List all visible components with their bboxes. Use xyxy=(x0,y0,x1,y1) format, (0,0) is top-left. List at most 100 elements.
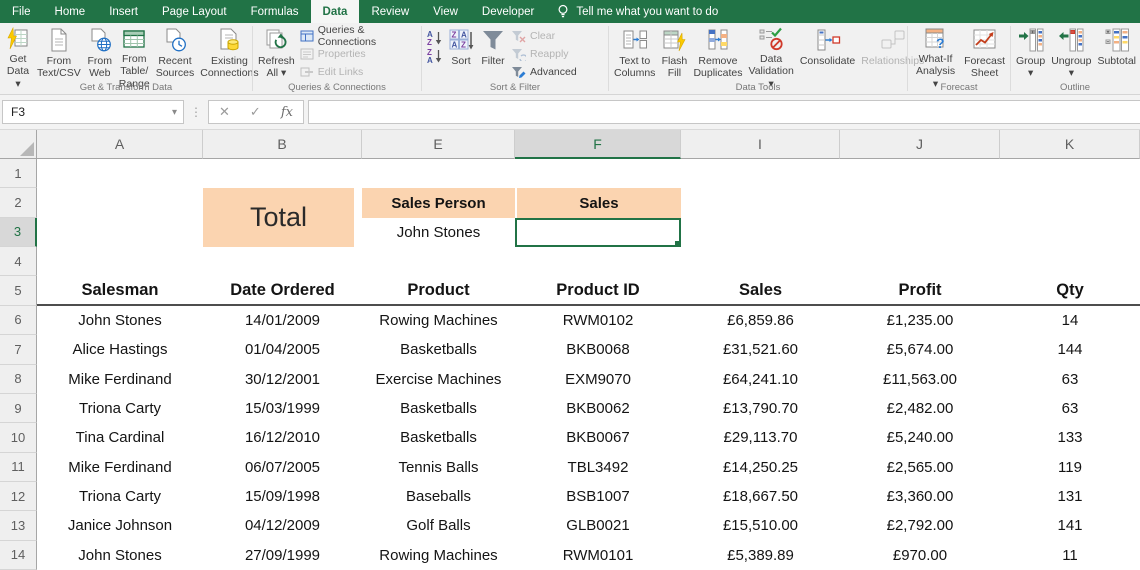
cell[interactable]: 27/09/1999 xyxy=(203,541,362,570)
cell[interactable]: Janice Johnson xyxy=(37,511,203,540)
sort-descending-button[interactable]: ZA xyxy=(424,46,445,64)
cell[interactable]: 133 xyxy=(1000,423,1140,452)
cell[interactable]: £6,859.86 xyxy=(681,306,840,335)
column-header-E[interactable]: E xyxy=(362,130,515,159)
cell[interactable]: 63 xyxy=(1000,394,1140,423)
cell[interactable]: EXM9070 xyxy=(515,365,681,394)
text-to-columns-button[interactable]: Text to Columns xyxy=(611,24,658,81)
row-header-1[interactable]: 1 xyxy=(0,159,37,188)
group-button[interactable]: Group ▾ xyxy=(1013,24,1048,81)
queries-connections-button[interactable]: Queries & Connections xyxy=(298,27,419,45)
row-header-14[interactable]: 14 xyxy=(0,541,37,570)
selected-cell-F3[interactable] xyxy=(515,218,681,247)
cell[interactable]: John Stones xyxy=(37,541,203,570)
cell[interactable]: 63 xyxy=(1000,365,1140,394)
cell[interactable]: Mike Ferdinand xyxy=(37,365,203,394)
cell[interactable]: 14 xyxy=(1000,306,1140,335)
cell[interactable]: 119 xyxy=(1000,453,1140,482)
row-header-3[interactable]: 3 xyxy=(0,218,37,247)
cell[interactable]: Basketballs xyxy=(362,423,515,452)
row-header-10[interactable]: 10 xyxy=(0,423,37,452)
column-header-F[interactable]: F xyxy=(515,130,681,159)
tab-view[interactable]: View xyxy=(421,0,470,23)
column-header-K[interactable]: K xyxy=(1000,130,1140,159)
tab-review[interactable]: Review xyxy=(359,0,421,23)
formula-input[interactable] xyxy=(308,100,1140,124)
recent-sources-button[interactable]: Recent Sources xyxy=(153,24,198,81)
row-header-4[interactable]: 4 xyxy=(0,247,37,276)
row-header-13[interactable]: 13 xyxy=(0,511,37,540)
row-header-7[interactable]: 7 xyxy=(0,335,37,364)
refresh-all-button[interactable]: Refresh All ▾ xyxy=(255,24,298,81)
cell[interactable]: 11 xyxy=(1000,541,1140,570)
table-header-product[interactable]: Product xyxy=(362,276,515,305)
consolidate-button[interactable]: Consolidate xyxy=(797,24,858,81)
tab-developer[interactable]: Developer xyxy=(470,0,546,23)
cell[interactable]: John Stones xyxy=(37,306,203,335)
cell[interactable]: 04/12/2009 xyxy=(203,511,362,540)
cell[interactable]: £1,235.00 xyxy=(840,306,1000,335)
row-header-2[interactable]: 2 xyxy=(0,188,37,217)
subtotal-button[interactable]: Subtotal xyxy=(1094,24,1139,81)
clear-filter-button[interactable]: Clear xyxy=(509,27,579,45)
cell[interactable]: £14,250.25 xyxy=(681,453,840,482)
get-data-button[interactable]: Get Data ▾ xyxy=(2,24,34,81)
table-header-salesman[interactable]: Salesman xyxy=(37,276,203,305)
column-header-J[interactable]: J xyxy=(840,130,1000,159)
cell[interactable]: Basketballs xyxy=(362,394,515,423)
reapply-filter-button[interactable]: Reapply xyxy=(509,45,579,63)
cell[interactable]: 15/09/1998 xyxy=(203,482,362,511)
cell[interactable]: Golf Balls xyxy=(362,511,515,540)
data-validation-button[interactable]: Data Validation ▾ xyxy=(745,24,796,81)
table-header-qty[interactable]: Qty xyxy=(1000,276,1140,305)
cell[interactable]: £18,667.50 xyxy=(681,482,840,511)
cell[interactable]: £2,565.00 xyxy=(840,453,1000,482)
table-header-date-ordered[interactable]: Date Ordered xyxy=(203,276,362,305)
cell[interactable]: 16/12/2010 xyxy=(203,423,362,452)
cell[interactable]: 131 xyxy=(1000,482,1140,511)
cancel-icon[interactable]: ✕ xyxy=(219,104,230,120)
cell[interactable]: 15/03/1999 xyxy=(203,394,362,423)
filter-button[interactable]: Filter xyxy=(477,24,509,81)
row-header-5[interactable]: 5 xyxy=(0,276,37,305)
cell[interactable]: Tennis Balls xyxy=(362,453,515,482)
cell[interactable]: £2,792.00 xyxy=(840,511,1000,540)
row-header-9[interactable]: 9 xyxy=(0,394,37,423)
column-header-A[interactable]: A xyxy=(37,130,203,159)
sales-header-cell[interactable]: Sales xyxy=(515,188,681,217)
tab-page-layout[interactable]: Page Layout xyxy=(150,0,239,23)
cell[interactable]: £15,510.00 xyxy=(681,511,840,540)
cell[interactable]: 14/01/2009 xyxy=(203,306,362,335)
cell[interactable]: TBL3492 xyxy=(515,453,681,482)
cell[interactable]: 144 xyxy=(1000,335,1140,364)
remove-duplicates-button[interactable]: Remove Duplicates xyxy=(690,24,745,81)
ungroup-button[interactable]: Ungroup ▾ xyxy=(1048,24,1094,81)
tab-data[interactable]: Data xyxy=(311,0,360,23)
from-text-csv-button[interactable]: From Text/CSV xyxy=(34,24,84,81)
cell[interactable]: RWM0102 xyxy=(515,306,681,335)
tab-insert[interactable]: Insert xyxy=(97,0,150,23)
sales-person-header-cell[interactable]: Sales Person xyxy=(362,188,515,217)
cell[interactable]: 141 xyxy=(1000,511,1140,540)
table-header-product-id[interactable]: Product ID xyxy=(515,276,681,305)
cell[interactable]: £31,521.60 xyxy=(681,335,840,364)
edit-links-button[interactable]: Edit Links xyxy=(298,63,419,81)
cell[interactable]: Tina Cardinal xyxy=(37,423,203,452)
tell-me-box[interactable]: Tell me what you want to do xyxy=(546,0,728,23)
cell[interactable]: £2,482.00 xyxy=(840,394,1000,423)
cell[interactable]: £3,360.00 xyxy=(840,482,1000,511)
cell[interactable]: Triona Carty xyxy=(37,482,203,511)
what-if-analysis-button[interactable]: ? What-If Analysis ▾ xyxy=(910,24,961,81)
column-header-I[interactable]: I xyxy=(681,130,840,159)
enter-icon[interactable]: ✓ xyxy=(250,104,261,120)
cell[interactable]: GLB0021 xyxy=(515,511,681,540)
cell[interactable]: 06/07/2005 xyxy=(203,453,362,482)
insert-function-icon[interactable]: fx xyxy=(281,105,293,120)
cell[interactable]: Rowing Machines xyxy=(362,306,515,335)
cell[interactable]: RWM0101 xyxy=(515,541,681,570)
tab-file[interactable]: File xyxy=(0,0,43,23)
cell[interactable]: Basketballs xyxy=(362,335,515,364)
cell[interactable]: 01/04/2005 xyxy=(203,335,362,364)
column-header-B[interactable]: B xyxy=(203,130,362,159)
cell[interactable]: Alice Hastings xyxy=(37,335,203,364)
